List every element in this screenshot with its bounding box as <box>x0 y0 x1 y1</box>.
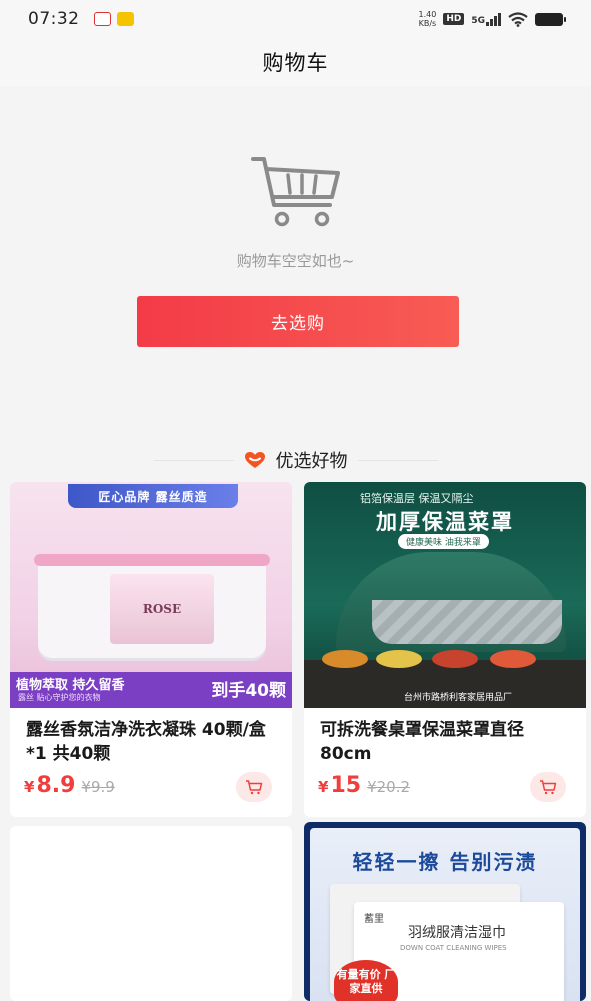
cart-icon <box>246 780 263 795</box>
page-header: 购物车 <box>0 38 591 86</box>
recommend-section-header: 优选好物 <box>0 445 591 475</box>
add-to-cart-button[interactable] <box>236 772 272 802</box>
product-image: 匠心品牌 露丝质造 ROSE 植物萃取 持久留香 露丝 贴心守护您的衣物 到手4… <box>10 482 292 708</box>
heart-icon <box>244 452 265 468</box>
product-price: ¥15 <box>318 773 362 798</box>
section-title: 优选好物 <box>275 451 348 472</box>
product-image: 轻轻一擦 告别污渍 蓄里 羽绒服清洁湿巾 DOWN COAT CLEANING … <box>310 828 580 1001</box>
cart-icon <box>540 780 557 795</box>
product-price: ¥8.9 <box>24 773 76 798</box>
battery-icon <box>535 12 566 26</box>
notification-icons <box>93 12 134 26</box>
product-card[interactable] <box>10 826 292 1001</box>
brand-label: ROSE <box>110 574 214 644</box>
price-row: ¥15 ¥20.2 <box>318 773 410 798</box>
product-banner: 匠心品牌 露丝质造 <box>68 484 238 508</box>
wifi-icon <box>508 11 528 27</box>
page-title: 购物车 <box>262 51 329 75</box>
divider <box>153 459 234 461</box>
signal-icon: 5G <box>471 12 501 26</box>
original-price: ¥20.2 <box>367 778 411 796</box>
product-image: 铝箔保温层 保温又隔尘 加厚保温菜罩 健康美味 油我来罩 台州市路桥利客家居用品… <box>304 482 586 708</box>
original-price: ¥9.9 <box>81 778 115 796</box>
product-name: 可拆洗餐桌罩保温菜罩直径80cm <box>320 720 524 764</box>
price-row: ¥8.9 ¥9.9 <box>24 773 115 798</box>
go-shopping-button[interactable]: 去选购 <box>137 296 459 347</box>
hd-icon: HD <box>443 13 465 25</box>
status-time: 07:32 <box>28 9 80 29</box>
status-indicators: 1.40 KB/s HD 5G <box>418 10 566 28</box>
product-headline: 轻轻一擦 告别污渍 <box>352 850 538 874</box>
product-name: 露丝香氛洁净洗衣凝珠 40颗/盒*1 共40颗 <box>26 720 266 764</box>
product-box-image: ROSE <box>34 554 270 658</box>
empty-cart-icon <box>251 157 340 227</box>
app-notification-icon <box>116 12 134 26</box>
product-card[interactable]: 匠心品牌 露丝质造 ROSE 植物萃取 持久留香 露丝 贴心守护您的衣物 到手4… <box>10 482 292 817</box>
product-card[interactable]: 铝箔保温层 保温又隔尘 加厚保温菜罩 健康美味 油我来罩 台州市路桥利客家居用品… <box>304 482 586 817</box>
network-speed: 1.40 KB/s <box>418 10 437 28</box>
promo-badge: 有量有价 厂家直供 <box>334 960 398 1001</box>
divider <box>357 459 438 461</box>
app-notification-icon <box>93 12 111 26</box>
empty-cart-message: 购物车空空如也~ <box>236 252 355 270</box>
status-bar: 07:32 1.40 KB/s HD 5G <box>0 0 591 38</box>
product-card[interactable]: 轻轻一擦 告别污渍 蓄里 羽绒服清洁湿巾 DOWN COAT CLEANING … <box>304 822 586 1001</box>
add-to-cart-button[interactable] <box>530 772 566 802</box>
promo-strip: 植物萃取 持久留香 露丝 贴心守护您的衣物 到手40颗 <box>10 672 292 708</box>
